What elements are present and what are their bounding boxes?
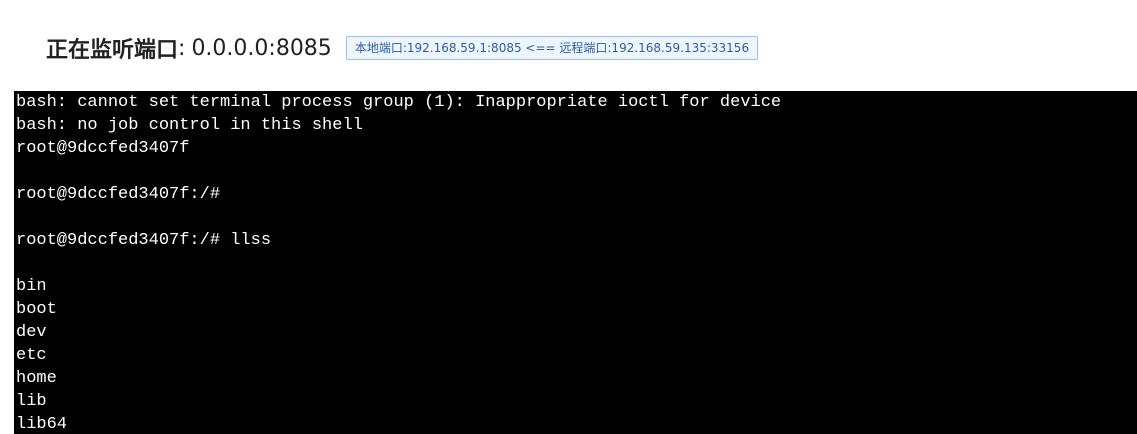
terminal-line: root@9dccfed3407f:/# llss bbox=[16, 231, 272, 250]
connection-badge: 本地端口:192.168.59.1:8085 <== 远程端口:192.168.… bbox=[345, 36, 759, 60]
listen-address: 0.0.0.0:8085 bbox=[191, 35, 332, 61]
title-separator: : bbox=[178, 35, 186, 61]
terminal-line: dev bbox=[16, 323, 47, 342]
listen-title: 正在监听端口 bbox=[46, 38, 179, 63]
terminal-line: root@9dccfed3407f:/# bbox=[16, 185, 221, 204]
listen-header: 正在监听端口 : 0.0.0.0:8085 本地端口:192.168.59.1:… bbox=[46, 30, 759, 66]
terminal-output[interactable]: bash: cannot set terminal process group … bbox=[14, 91, 1137, 434]
terminal-line: home bbox=[16, 369, 57, 388]
terminal-line: boot bbox=[16, 300, 57, 319]
terminal-line: bash: cannot set terminal process group … bbox=[16, 93, 782, 112]
terminal-line: root@9dccfed3407f bbox=[16, 139, 190, 158]
terminal-line: bash: no job control in this shell bbox=[16, 116, 363, 135]
terminal-line: bin bbox=[16, 277, 47, 296]
terminal-line: lib64 bbox=[16, 415, 68, 434]
terminal-line: etc bbox=[16, 346, 47, 365]
terminal-line: lib bbox=[16, 392, 47, 411]
